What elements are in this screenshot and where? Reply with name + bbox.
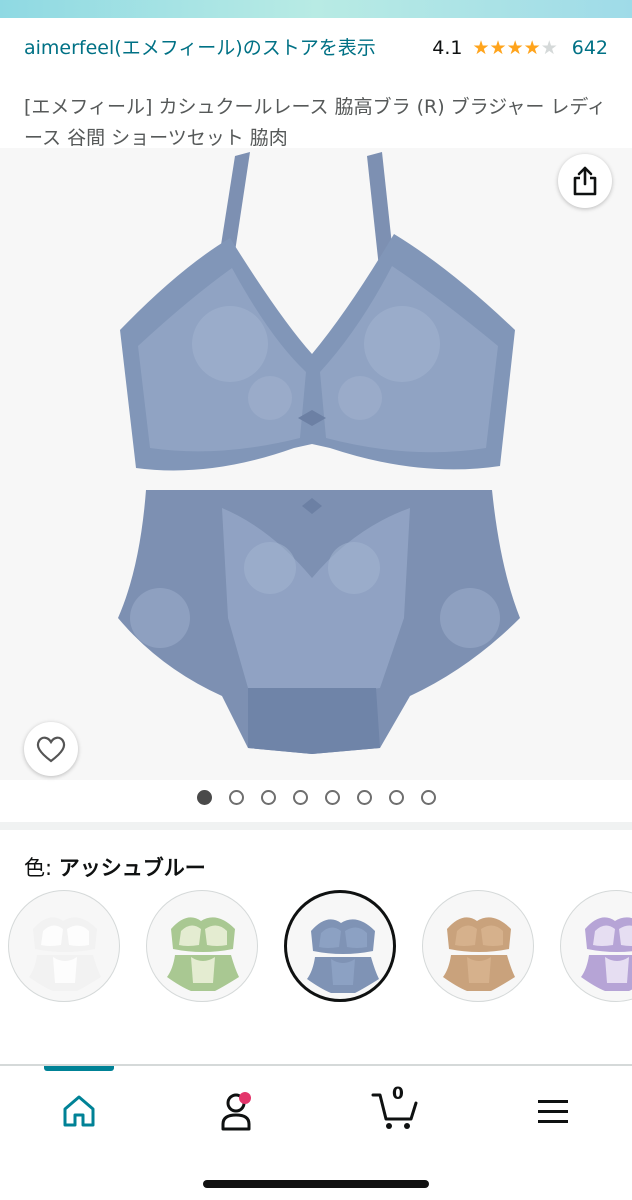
pagination-dot[interactable] (260, 790, 276, 805)
active-tab-indicator (44, 1066, 114, 1071)
swatch-image (167, 917, 239, 991)
swatch-image (443, 917, 515, 991)
store-link[interactable]: aimerfeel(エメフィール)のストアを表示 (24, 32, 394, 64)
pagination-dot[interactable] (292, 790, 308, 805)
heart-icon (36, 736, 66, 763)
pagination-dot[interactable] (420, 790, 436, 805)
star-icon: ★ (540, 36, 558, 59)
swatch-image (581, 917, 632, 991)
swatch-image (307, 919, 379, 993)
selected-color: アッシュブルー (58, 856, 206, 880)
rating-summary[interactable]: 4.1 ★ ★ ★ ★ ★ 642 (432, 32, 608, 64)
pagination-dot[interactable] (324, 790, 340, 805)
star-rating: ★ ★ ★ ★ ★ (472, 36, 558, 59)
nav-menu[interactable] (523, 1086, 583, 1136)
star-icon: ★ (523, 36, 541, 59)
product-header: aimerfeel(エメフィール)のストアを表示 4.1 ★ ★ ★ ★ ★ 642 [… (0, 18, 632, 149)
notification-badge (239, 1092, 251, 1104)
nav-account[interactable] (207, 1086, 267, 1136)
pagination-dot[interactable] (228, 790, 244, 805)
swatch-image (29, 917, 101, 991)
share-icon (573, 166, 597, 196)
gallery-pagination[interactable] (0, 790, 632, 810)
menu-icon (538, 1100, 568, 1123)
star-icon: ★ (472, 36, 490, 59)
product-title: [エメフィール] カシュクールレース 脇高ブラ (R) ブラジャー レディース … (24, 96, 607, 149)
color-swatch[interactable] (8, 890, 120, 1002)
wishlist-button[interactable] (24, 722, 78, 776)
rating-value: 4.1 (432, 37, 463, 59)
rating-count[interactable]: 642 (572, 37, 608, 59)
home-indicator[interactable] (203, 1180, 429, 1188)
color-swatch[interactable] (560, 890, 632, 1002)
color-swatch[interactable] (146, 890, 258, 1002)
pagination-dot[interactable] (196, 790, 212, 805)
bottom-navigation: 0 (0, 1066, 632, 1156)
star-icon: ★ (489, 36, 507, 59)
product-image (118, 152, 520, 754)
home-icon (63, 1095, 95, 1127)
color-swatch[interactable] (422, 890, 534, 1002)
color-swatches (0, 888, 632, 1014)
color-swatch[interactable] (284, 890, 396, 1002)
nav-home[interactable] (49, 1086, 109, 1136)
top-gradient-bar (0, 0, 632, 18)
nav-cart[interactable]: 0 (365, 1084, 425, 1136)
product-image-gallery[interactable] (0, 148, 632, 780)
pagination-dot[interactable] (388, 790, 404, 805)
color-selection: 色: アッシュブルー (24, 852, 206, 882)
color-label: 色: (24, 856, 59, 880)
pagination-dot[interactable] (356, 790, 372, 805)
section-divider (0, 822, 632, 830)
star-icon: ★ (506, 36, 524, 59)
share-button[interactable] (558, 154, 612, 208)
cart-count: 0 (392, 1084, 404, 1104)
